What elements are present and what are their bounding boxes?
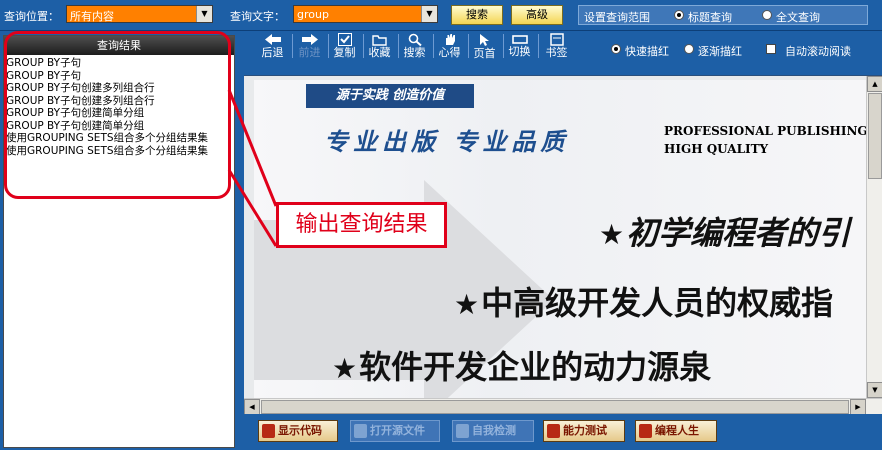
annotation-callout: 输出查询结果 <box>276 202 447 248</box>
